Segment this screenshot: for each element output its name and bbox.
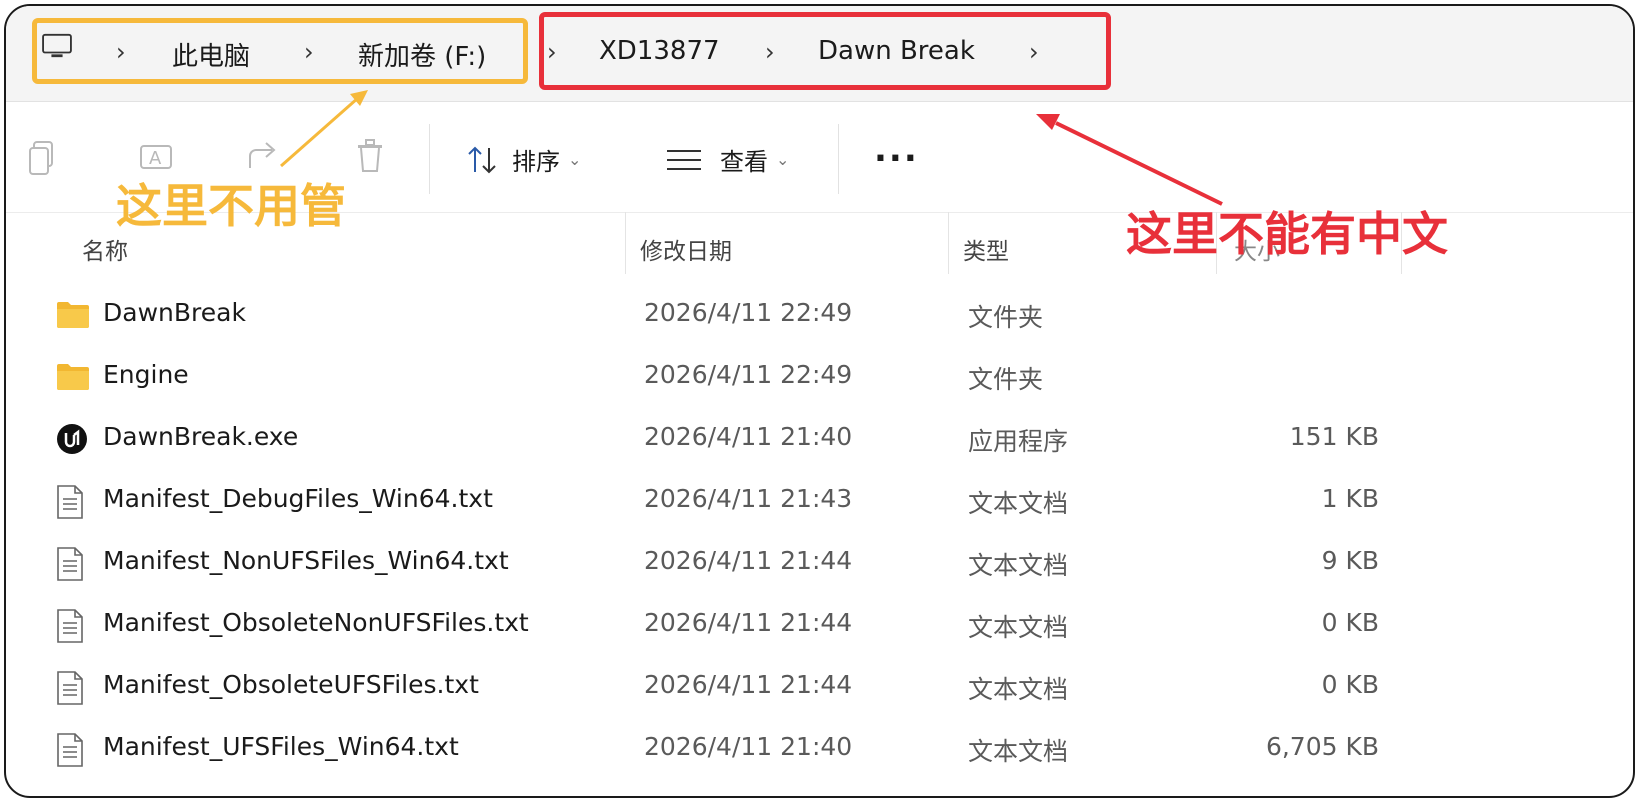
file-size: 6,705 KB [1265, 732, 1379, 761]
file-name: DawnBreak [103, 298, 246, 327]
delete-icon[interactable] [354, 138, 386, 174]
file-name: Manifest_ObsoleteUFSFiles.txt [103, 670, 479, 699]
file-date: 2026/4/11 21:44 [644, 546, 853, 575]
file-type: 文本文档 [968, 551, 1069, 580]
column-divider[interactable] [625, 212, 626, 274]
file-type: 文本文档 [968, 737, 1069, 766]
file-size: 151 KB [1289, 422, 1379, 451]
column-header-name[interactable]: 名称 [82, 232, 128, 266]
svg-text:A: A [149, 148, 162, 169]
column-divider[interactable] [948, 212, 949, 274]
file-name: Manifest_UFSFiles_Win64.txt [103, 732, 459, 761]
share-icon[interactable] [246, 138, 282, 174]
file-size: 0 KB [1321, 670, 1379, 699]
file-date: 2026/4/11 21:44 [644, 608, 853, 637]
sort-icon [468, 146, 496, 173]
file-name: Manifest_ObsoleteNonUFSFiles.txt [103, 608, 529, 637]
text-file-icon [57, 609, 83, 643]
file-size: 0 KB [1321, 608, 1379, 637]
file-row[interactable]: DawnBreak.exe 2026/4/11 21:40 应用程序 151 K… [6, 408, 1633, 470]
annotation-text-yellow: 这里不用管 [116, 179, 346, 233]
folder-icon [57, 364, 89, 390]
annotation-text-red: 这里不能有中文 [1126, 207, 1448, 261]
rename-icon[interactable]: A [138, 138, 174, 174]
explorer-window: › 此电脑 › 新加卷 (F:) › XD13877 › Dawn Break … [4, 4, 1635, 798]
chevron-down-icon: ⌄ [776, 150, 790, 169]
toolbar-divider [838, 124, 839, 194]
file-row[interactable]: Manifest_NonUFSFiles_Win64.txt 2026/4/11… [6, 532, 1633, 594]
unreal-app-icon [57, 424, 87, 454]
file-row[interactable]: DawnBreak 2026/4/11 22:49 文件夹 [6, 284, 1633, 346]
file-name: Engine [103, 360, 189, 389]
file-name: DawnBreak.exe [103, 422, 299, 451]
file-name: Manifest_NonUFSFiles_Win64.txt [103, 546, 509, 575]
file-type: 文件夹 [968, 365, 1044, 394]
copy-icon[interactable] [28, 140, 60, 176]
folder-icon [57, 302, 89, 328]
text-file-icon [57, 733, 83, 767]
file-date: 2026/4/11 21:44 [644, 670, 853, 699]
toolbar-divider [429, 124, 430, 194]
column-header-type[interactable]: 类型 [963, 232, 1009, 266]
file-row[interactable]: Manifest_DebugFiles_Win64.txt 2026/4/11 … [6, 470, 1633, 532]
chevron-down-icon: ⌄ [568, 150, 582, 169]
file-type: 文本文档 [968, 675, 1069, 704]
more-options-button[interactable]: ... [874, 130, 919, 170]
text-file-icon [57, 671, 83, 705]
file-type: 文件夹 [968, 303, 1044, 332]
highlight-box-yellow [32, 18, 528, 84]
file-date: 2026/4/11 21:40 [644, 422, 853, 451]
file-type: 文本文档 [968, 489, 1069, 518]
file-size: 1 KB [1321, 484, 1379, 513]
file-row[interactable]: Manifest_UFSFiles_Win64.txt 2026/4/11 21… [6, 718, 1633, 780]
view-label: 查看 [720, 148, 768, 176]
text-file-icon [57, 547, 83, 581]
file-type: 文本文档 [968, 613, 1069, 642]
sort-button[interactable]: 排序 ⌄ [466, 142, 581, 177]
file-row[interactable]: Engine 2026/4/11 22:49 文件夹 [6, 346, 1633, 408]
file-date: 2026/4/11 21:40 [644, 732, 853, 761]
file-row[interactable]: Manifest_ObsoleteNonUFSFiles.txt 2026/4/… [6, 594, 1633, 656]
file-date: 2026/4/11 22:49 [644, 298, 853, 327]
file-name: Manifest_DebugFiles_Win64.txt [103, 484, 493, 513]
file-date: 2026/4/11 22:49 [644, 360, 853, 389]
text-file-icon [57, 485, 83, 519]
view-button[interactable]: 查看 ⌄ [666, 142, 789, 177]
highlight-box-red [539, 12, 1111, 90]
file-type: 应用程序 [968, 427, 1069, 456]
view-list-icon [667, 149, 701, 170]
file-date: 2026/4/11 21:43 [644, 484, 853, 513]
column-header-date[interactable]: 修改日期 [640, 232, 732, 266]
file-size: 9 KB [1321, 546, 1379, 575]
sort-label: 排序 [512, 148, 560, 176]
file-row[interactable]: Manifest_ObsoleteUFSFiles.txt 2026/4/11 … [6, 656, 1633, 718]
address-bar[interactable]: › 此电脑 › 新加卷 (F:) › XD13877 › Dawn Break … [6, 6, 1633, 102]
